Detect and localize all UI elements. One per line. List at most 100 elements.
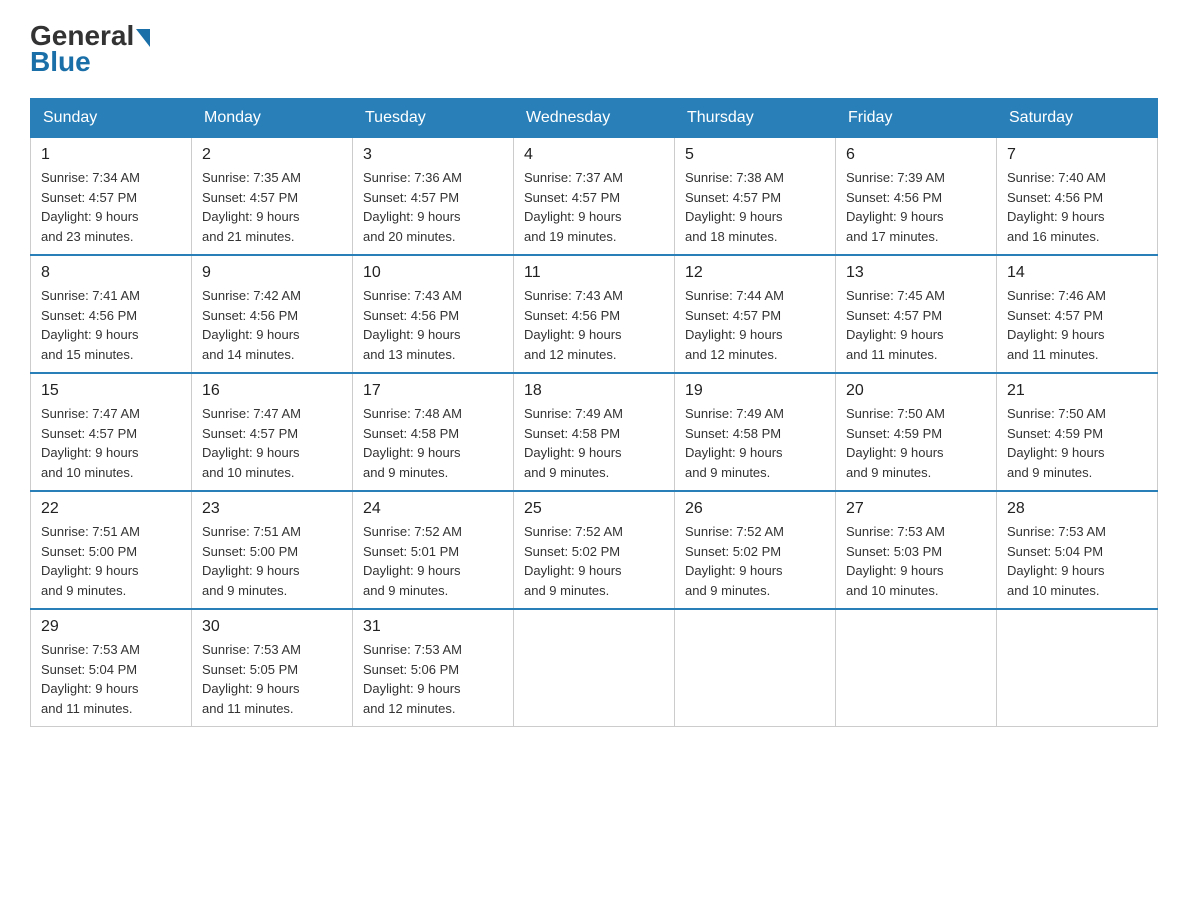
day-number: 15 [41, 382, 181, 400]
day-number: 3 [363, 146, 503, 164]
day-number: 8 [41, 264, 181, 282]
day-info: Sunrise: 7:35 AMSunset: 4:57 PMDaylight:… [202, 168, 342, 246]
calendar-week-row: 29 Sunrise: 7:53 AMSunset: 5:04 PMDayligh… [31, 609, 1158, 727]
day-info: Sunrise: 7:47 AMSunset: 4:57 PMDaylight:… [202, 404, 342, 482]
day-number: 21 [1007, 382, 1147, 400]
day-number: 25 [524, 500, 664, 518]
day-number: 7 [1007, 146, 1147, 164]
calendar-header-row: SundayMondayTuesdayWednesdayThursdayFrid… [31, 99, 1158, 138]
calendar-day-cell [836, 609, 997, 727]
day-info: Sunrise: 7:52 AMSunset: 5:01 PMDaylight:… [363, 522, 503, 600]
calendar-day-cell: 22 Sunrise: 7:51 AMSunset: 5:00 PMDayligh… [31, 491, 192, 609]
calendar-day-cell: 15 Sunrise: 7:47 AMSunset: 4:57 PMDayligh… [31, 373, 192, 491]
day-number: 11 [524, 264, 664, 282]
day-number: 16 [202, 382, 342, 400]
day-info: Sunrise: 7:48 AMSunset: 4:58 PMDaylight:… [363, 404, 503, 482]
day-info: Sunrise: 7:38 AMSunset: 4:57 PMDaylight:… [685, 168, 825, 246]
day-info: Sunrise: 7:45 AMSunset: 4:57 PMDaylight:… [846, 286, 986, 364]
day-info: Sunrise: 7:53 AMSunset: 5:03 PMDaylight:… [846, 522, 986, 600]
calendar-day-cell: 2Sunrise: 7:35 AMSunset: 4:57 PMDaylight… [192, 138, 353, 256]
day-info: Sunrise: 7:47 AMSunset: 4:57 PMDaylight:… [41, 404, 181, 482]
calendar-week-row: 15 Sunrise: 7:47 AMSunset: 4:57 PMDayligh… [31, 373, 1158, 491]
page-header: General Blue [30, 20, 1158, 78]
day-number: 17 [363, 382, 503, 400]
day-of-week-header: Sunday [31, 99, 192, 138]
calendar-day-cell: 7 Sunrise: 7:40 AMSunset: 4:56 PMDaylight… [997, 138, 1158, 256]
day-of-week-header: Tuesday [353, 99, 514, 138]
calendar-day-cell: 31 Sunrise: 7:53 AMSunset: 5:06 PMDayligh… [353, 609, 514, 727]
calendar-day-cell: 29 Sunrise: 7:53 AMSunset: 5:04 PMDayligh… [31, 609, 192, 727]
day-number: 1 [41, 146, 181, 164]
day-number: 30 [202, 618, 342, 636]
calendar-day-cell: 1 Sunrise: 7:34 AMSunset: 4:57 PMDaylight… [31, 138, 192, 256]
day-info: Sunrise: 7:40 AMSunset: 4:56 PMDaylight:… [1007, 168, 1147, 246]
day-info: Sunrise: 7:51 AMSunset: 5:00 PMDaylight:… [41, 522, 181, 600]
calendar-day-cell: 27 Sunrise: 7:53 AMSunset: 5:03 PMDayligh… [836, 491, 997, 609]
day-info: Sunrise: 7:53 AMSunset: 5:05 PMDaylight:… [202, 640, 342, 718]
day-info: Sunrise: 7:49 AMSunset: 4:58 PMDaylight:… [685, 404, 825, 482]
day-number: 29 [41, 618, 181, 636]
day-info: Sunrise: 7:53 AMSunset: 5:06 PMDaylight:… [363, 640, 503, 718]
day-info: Sunrise: 7:52 AMSunset: 5:02 PMDaylight:… [685, 522, 825, 600]
day-of-week-header: Thursday [675, 99, 836, 138]
calendar-day-cell: 30 Sunrise: 7:53 AMSunset: 5:05 PMDayligh… [192, 609, 353, 727]
day-info: Sunrise: 7:50 AMSunset: 4:59 PMDaylight:… [846, 404, 986, 482]
day-info: Sunrise: 7:53 AMSunset: 5:04 PMDaylight:… [41, 640, 181, 718]
day-number: 4 [524, 146, 664, 164]
day-number: 26 [685, 500, 825, 518]
calendar-week-row: 8Sunrise: 7:41 AMSunset: 4:56 PMDaylight… [31, 255, 1158, 373]
day-info: Sunrise: 7:43 AMSunset: 4:56 PMDaylight:… [524, 286, 664, 364]
calendar-day-cell: 9Sunrise: 7:42 AMSunset: 4:56 PMDaylight… [192, 255, 353, 373]
day-info: Sunrise: 7:34 AMSunset: 4:57 PMDaylight:… [41, 168, 181, 246]
calendar-day-cell: 16 Sunrise: 7:47 AMSunset: 4:57 PMDayligh… [192, 373, 353, 491]
calendar-day-cell: 17 Sunrise: 7:48 AMSunset: 4:58 PMDayligh… [353, 373, 514, 491]
day-number: 5 [685, 146, 825, 164]
calendar-day-cell: 28 Sunrise: 7:53 AMSunset: 5:04 PMDayligh… [997, 491, 1158, 609]
calendar-day-cell [514, 609, 675, 727]
calendar-week-row: 22 Sunrise: 7:51 AMSunset: 5:00 PMDayligh… [31, 491, 1158, 609]
calendar-day-cell: 23Sunrise: 7:51 AMSunset: 5:00 PMDayligh… [192, 491, 353, 609]
calendar-day-cell: 14 Sunrise: 7:46 AMSunset: 4:57 PMDayligh… [997, 255, 1158, 373]
day-number: 31 [363, 618, 503, 636]
day-of-week-header: Monday [192, 99, 353, 138]
day-info: Sunrise: 7:36 AMSunset: 4:57 PMDaylight:… [363, 168, 503, 246]
day-of-week-header: Saturday [997, 99, 1158, 138]
day-info: Sunrise: 7:53 AMSunset: 5:04 PMDaylight:… [1007, 522, 1147, 600]
day-info: Sunrise: 7:37 AMSunset: 4:57 PMDaylight:… [524, 168, 664, 246]
logo: General Blue [30, 20, 150, 78]
calendar-day-cell: 3 Sunrise: 7:36 AMSunset: 4:57 PMDaylight… [353, 138, 514, 256]
calendar-day-cell: 5 Sunrise: 7:38 AMSunset: 4:57 PMDaylight… [675, 138, 836, 256]
calendar-day-cell: 20Sunrise: 7:50 AMSunset: 4:59 PMDayligh… [836, 373, 997, 491]
calendar-day-cell: 11 Sunrise: 7:43 AMSunset: 4:56 PMDayligh… [514, 255, 675, 373]
day-number: 19 [685, 382, 825, 400]
calendar-day-cell: 18Sunrise: 7:49 AMSunset: 4:58 PMDayligh… [514, 373, 675, 491]
calendar-day-cell: 25 Sunrise: 7:52 AMSunset: 5:02 PMDayligh… [514, 491, 675, 609]
day-number: 10 [363, 264, 503, 282]
day-info: Sunrise: 7:52 AMSunset: 5:02 PMDaylight:… [524, 522, 664, 600]
calendar-day-cell: 8Sunrise: 7:41 AMSunset: 4:56 PMDaylight… [31, 255, 192, 373]
day-info: Sunrise: 7:44 AMSunset: 4:57 PMDaylight:… [685, 286, 825, 364]
calendar-day-cell [675, 609, 836, 727]
day-number: 9 [202, 264, 342, 282]
day-number: 14 [1007, 264, 1147, 282]
logo-arrow-icon [136, 29, 150, 47]
day-info: Sunrise: 7:43 AMSunset: 4:56 PMDaylight:… [363, 286, 503, 364]
calendar-day-cell [997, 609, 1158, 727]
day-info: Sunrise: 7:46 AMSunset: 4:57 PMDaylight:… [1007, 286, 1147, 364]
day-info: Sunrise: 7:50 AMSunset: 4:59 PMDaylight:… [1007, 404, 1147, 482]
day-number: 27 [846, 500, 986, 518]
day-number: 28 [1007, 500, 1147, 518]
calendar-day-cell: 10 Sunrise: 7:43 AMSunset: 4:56 PMDayligh… [353, 255, 514, 373]
day-of-week-header: Wednesday [514, 99, 675, 138]
day-info: Sunrise: 7:39 AMSunset: 4:56 PMDaylight:… [846, 168, 986, 246]
calendar-day-cell: 12Sunrise: 7:44 AMSunset: 4:57 PMDayligh… [675, 255, 836, 373]
calendar-table: SundayMondayTuesdayWednesdayThursdayFrid… [30, 98, 1158, 727]
calendar-day-cell: 4 Sunrise: 7:37 AMSunset: 4:57 PMDaylight… [514, 138, 675, 256]
calendar-day-cell: 19 Sunrise: 7:49 AMSunset: 4:58 PMDayligh… [675, 373, 836, 491]
day-number: 6 [846, 146, 986, 164]
day-number: 13 [846, 264, 986, 282]
calendar-day-cell: 26 Sunrise: 7:52 AMSunset: 5:02 PMDayligh… [675, 491, 836, 609]
day-of-week-header: Friday [836, 99, 997, 138]
day-number: 22 [41, 500, 181, 518]
day-info: Sunrise: 7:51 AMSunset: 5:00 PMDaylight:… [202, 522, 342, 600]
